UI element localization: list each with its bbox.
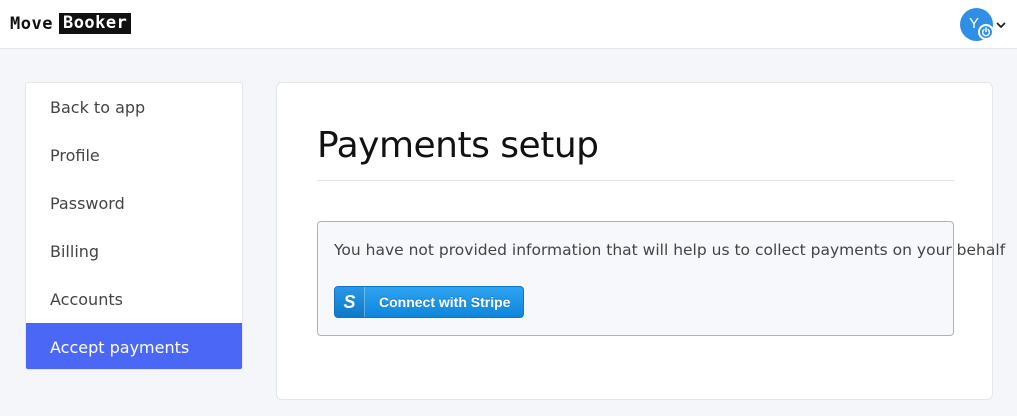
- sidebar-item-label: Back to app: [50, 97, 146, 117]
- avatar[interactable]: Y: [960, 8, 994, 41]
- connect-with-stripe-button[interactable]: S Connect with Stripe: [334, 286, 524, 318]
- divider: [317, 180, 954, 181]
- sidebar-item-back-to-app[interactable]: Back to app: [26, 83, 242, 131]
- power-icon: [978, 24, 994, 40]
- logo[interactable]: Move Booker: [10, 13, 132, 34]
- top-bar: Move Booker Y: [0, 0, 1017, 49]
- user-menu[interactable]: Y: [960, 8, 1007, 41]
- stripe-icon: S: [335, 287, 365, 317]
- logo-move-text: Move: [10, 13, 53, 34]
- sidebar-item-profile[interactable]: Profile: [26, 131, 242, 179]
- stripe-button-label: Connect with Stripe: [379, 294, 511, 310]
- settings-sidebar: Back to app Profile Password Billing Acc…: [25, 82, 243, 370]
- sidebar-item-label: Accept payments: [50, 337, 190, 357]
- sidebar-item-accept-payments[interactable]: Accept payments: [26, 323, 242, 369]
- sidebar-item-billing[interactable]: Billing: [26, 227, 242, 275]
- payments-panel: Payments setup You have not provided inf…: [276, 82, 1005, 400]
- payments-notice: You have not provided information that w…: [317, 221, 1005, 336]
- logo-booker-text: Booker: [58, 13, 132, 34]
- sidebar-item-label: Password: [50, 193, 125, 213]
- sidebar-item-accounts[interactable]: Accounts: [26, 275, 242, 323]
- sidebar-item-label: Profile: [50, 145, 100, 165]
- chevron-down-icon[interactable]: [995, 19, 1007, 31]
- sidebar-item-label: Accounts: [50, 289, 123, 309]
- sidebar-item-label: Billing: [50, 241, 100, 261]
- sidebar-item-password[interactable]: Password: [26, 179, 242, 227]
- notice-text: You have not provided information that w…: [334, 241, 1006, 259]
- page-title: Payments setup: [317, 125, 599, 166]
